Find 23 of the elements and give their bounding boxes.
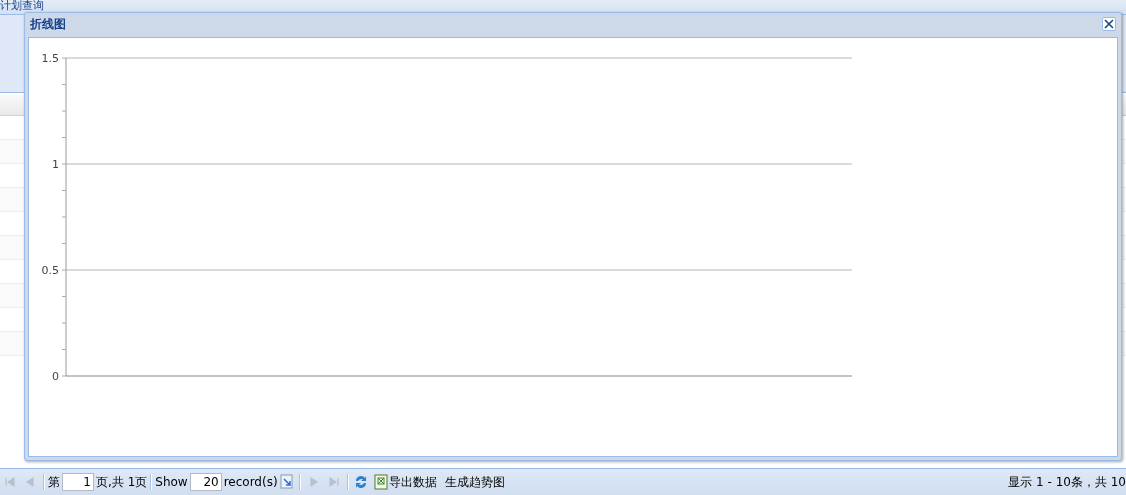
export-button[interactable]: 导出数据 (369, 473, 441, 491)
close-button[interactable] (1102, 17, 1116, 31)
page-label: 第 (48, 473, 60, 491)
trend-button[interactable]: 生成趋势图 (440, 473, 509, 491)
y-tick-label: 0 (52, 370, 59, 383)
panel-title: 计划查询 (0, 0, 44, 11)
y-tick-label: 0.5 (41, 264, 59, 277)
right-arrow-icon (307, 476, 320, 488)
page-count-label: 页,共 1页 (96, 473, 148, 491)
show-label: Show (155, 475, 188, 489)
left-arrow-icon (4, 476, 16, 488)
dialog-title: 折线图 (30, 15, 66, 33)
y-tick-label: 1.5 (41, 52, 59, 65)
records-label: record(s) (223, 475, 278, 489)
page-size-field[interactable]: 20 (189, 473, 222, 491)
right-arrow-icon (327, 476, 340, 488)
spreadsheet-icon (373, 474, 388, 490)
apply-page-size-button[interactable] (277, 473, 296, 491)
page-number-field[interactable]: 1 (62, 473, 94, 491)
left-arrow-icon (24, 476, 36, 488)
y-tick-label: 1 (52, 158, 59, 171)
record-summary: 显示 1 - 10条，共 10 (1008, 473, 1126, 491)
close-icon (1104, 19, 1114, 29)
